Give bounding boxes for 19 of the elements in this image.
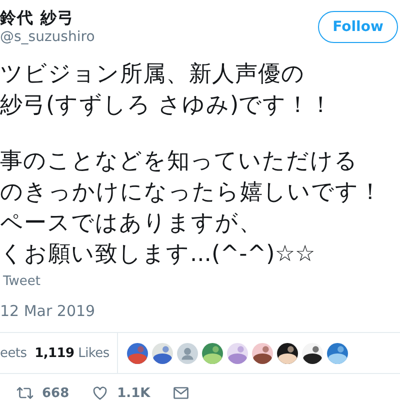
tweet-text-line: くお願い致します...(^-^)☆☆	[0, 240, 316, 269]
retweets-label[interactable]: eets	[0, 346, 27, 360]
tweet-date: 12 Mar 2019	[0, 302, 96, 320]
author-name[interactable]: 鈴代 紗弓	[0, 8, 95, 28]
likes-count[interactable]: 1,119 Likes	[34, 346, 110, 360]
follow-button[interactable]: Follow	[318, 11, 398, 43]
tweet-text-line: ペースではありますが、	[0, 209, 262, 238]
tweet-text-line: 紗弓(すずしろ さゆみ)です！！	[0, 91, 333, 120]
author-handle[interactable]: @s_suzushiro	[0, 28, 95, 46]
tweet-text-line: ツビジョン所属、新人声優の	[0, 60, 305, 89]
retweet-icon[interactable]	[16, 384, 34, 400]
tweet-text-line: 事のことなどを知っていただける	[0, 147, 358, 176]
default-avatar-icon[interactable]	[177, 342, 198, 364]
tweet-text-line: のきっかけになったら嬉しいです！	[0, 178, 382, 207]
mail-icon[interactable]	[172, 384, 190, 400]
like-count: 1.1K	[117, 386, 150, 400]
heart-icon[interactable]	[91, 384, 110, 400]
retweet-count: 668	[42, 386, 70, 400]
translate-link[interactable]: Tweet	[3, 274, 41, 290]
